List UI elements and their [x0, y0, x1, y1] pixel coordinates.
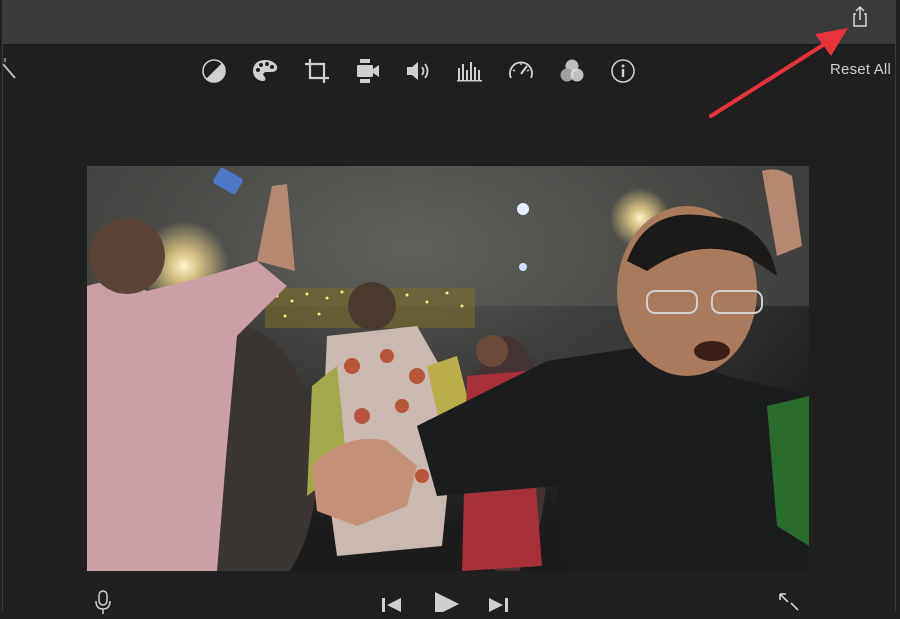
volume-button[interactable] [404, 56, 434, 86]
speed-icon [509, 61, 533, 79]
video-viewer[interactable] [87, 166, 809, 571]
playback-bar [3, 585, 895, 616]
magic-wand-icon[interactable] [2, 58, 17, 82]
skip-back-icon [382, 598, 401, 612]
annotation-arrow [709, 28, 848, 118]
color-correction-icon [253, 60, 278, 81]
microphone-icon [95, 590, 111, 614]
color-balance-icon [202, 59, 226, 83]
skip-back-button[interactable] [381, 596, 403, 617]
skip-forward-button[interactable] [487, 596, 509, 617]
play-button[interactable] [431, 590, 461, 617]
video-frame [87, 166, 809, 571]
crop-icon [305, 59, 329, 83]
volume-icon [407, 62, 429, 80]
clip-info-icon [611, 59, 635, 83]
adjustments-toolbar [199, 56, 649, 86]
play-icon [435, 592, 459, 616]
equalizer-button[interactable] [455, 56, 485, 86]
stabilization-icon [357, 59, 379, 83]
video-overlay-icon [560, 59, 584, 82]
stabilization-button[interactable] [353, 56, 383, 86]
video-overlay-button[interactable] [557, 56, 587, 86]
fullscreen-icon [779, 593, 799, 611]
voiceover-button[interactable] [95, 590, 111, 619]
speed-button[interactable] [506, 56, 536, 86]
imovie-window: Reset All [2, 0, 896, 616]
color-balance-button[interactable] [199, 56, 229, 86]
skip-forward-icon [489, 598, 508, 612]
color-correction-button[interactable] [250, 56, 280, 86]
clip-info-button[interactable] [608, 56, 638, 86]
noise-reduction-equalizer-icon [457, 62, 482, 82]
crop-button[interactable] [302, 56, 332, 86]
fullscreen-button[interactable] [777, 591, 801, 616]
